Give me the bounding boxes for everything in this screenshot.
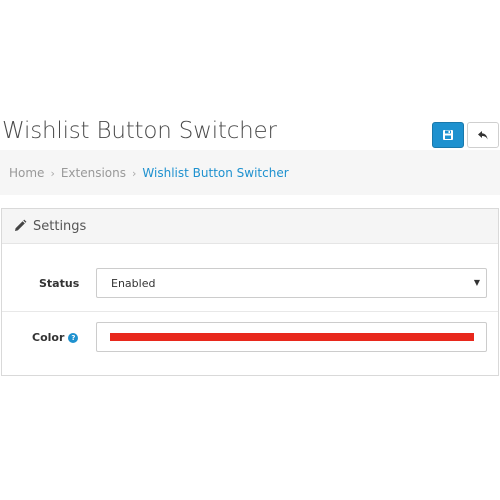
help-icon[interactable]: ? [68,333,79,343]
back-button[interactable] [467,122,499,148]
status-select-value: Enabled [111,277,156,290]
color-label-text: Color [32,331,65,344]
color-swatch [110,333,474,341]
breadcrumb-separator: › [132,166,137,180]
pencil-icon [15,219,27,231]
color-label: Color? [32,331,79,344]
floppy-disk-icon [443,130,453,140]
page-header-top: Wishlist Button Switcher [0,117,500,150]
row-divider [2,311,498,312]
breadcrumb-separator: › [50,166,55,180]
reply-arrow-icon [478,131,488,140]
page-header: Wishlist Button Switcher [0,117,500,195]
panel-title: Settings [33,218,87,234]
breadcrumb: Home › Extensions › Wishlist Button Swit… [9,166,289,180]
breadcrumb-current[interactable]: Wishlist Button Switcher [142,166,288,180]
status-label: Status [39,277,80,290]
panel-heading: Settings [2,209,498,244]
breadcrumb-extensions[interactable]: Extensions [61,166,126,180]
page-title: Wishlist Button Switcher [2,118,277,144]
chevron-down-icon: ▼ [473,278,480,287]
breadcrumb-home[interactable]: Home [9,166,44,180]
color-picker-input[interactable] [96,322,487,352]
save-button[interactable] [432,122,464,148]
status-select[interactable]: Enabled ▼ [96,268,487,298]
